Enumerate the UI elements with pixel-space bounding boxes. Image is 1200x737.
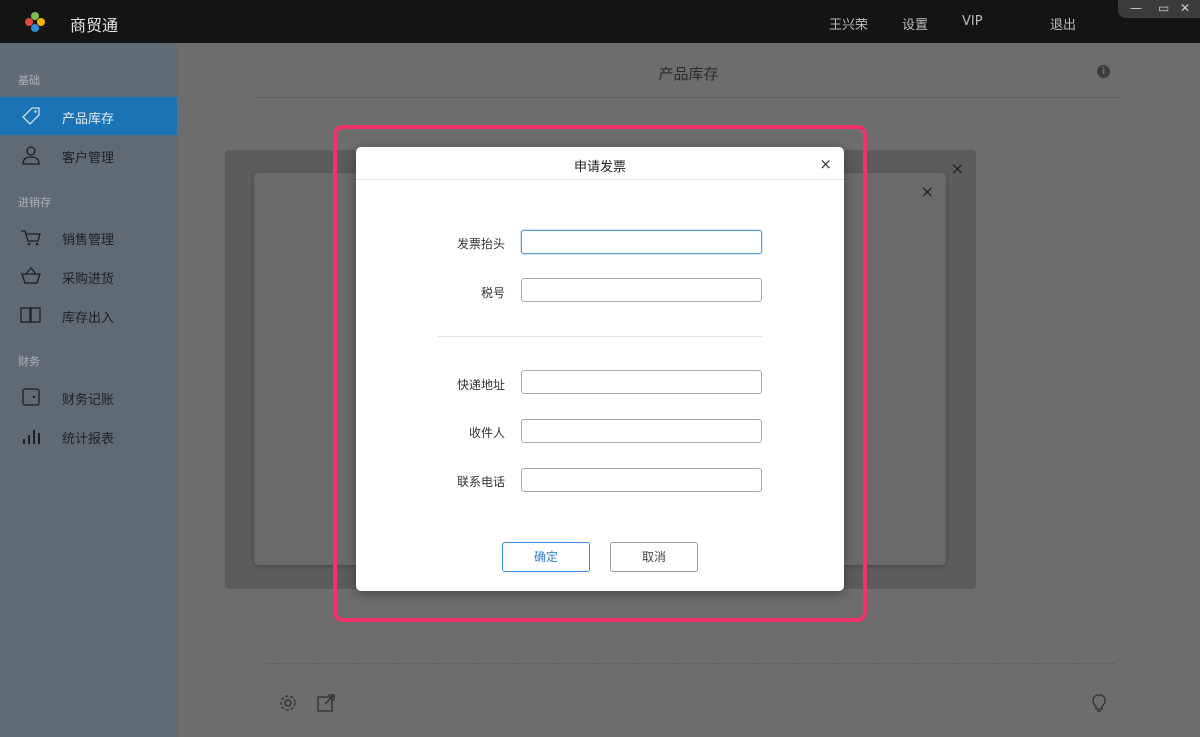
form-divider — [438, 336, 762, 337]
sidebar-item-product-inventory[interactable]: 产品库存 — [0, 97, 177, 135]
bar-chart-icon — [23, 430, 40, 444]
wallet-icon — [22, 388, 40, 406]
tax-id-label: 税号 — [480, 286, 505, 300]
top-bar: 商贸通 王兴荣 设置 VIP 退出 — ▭ ✕ — [0, 0, 1200, 43]
app-title: 商贸通 — [70, 16, 119, 35]
tax-id-input[interactable] — [521, 278, 762, 302]
dialog-header: 申请发票 × — [356, 147, 844, 180]
sidebar-item-label: 产品库存 — [62, 112, 115, 127]
sidebar-group-inventory: 进销存 — [18, 196, 51, 209]
recipient-label: 收件人 — [468, 426, 505, 440]
sidebar: 基础 产品库存 客户管理 进销存 销售管理 采购进货 库存出入 财务 财务记账 … — [0, 43, 177, 737]
sidebar-item-label: 财务记账 — [62, 393, 115, 408]
header-divider — [255, 97, 1122, 98]
close-icon[interactable]: × — [951, 161, 964, 177]
invoice-request-dialog: 申请发票 × 发票抬头 税号 快递地址 收件人 联系电话 确定 取消 — [356, 147, 844, 591]
recipient-input[interactable] — [521, 419, 762, 443]
minimize-icon[interactable]: — — [1130, 0, 1142, 16]
shipping-address-input[interactable] — [521, 370, 762, 394]
confirm-button[interactable]: 确定 — [502, 542, 590, 572]
book-icon — [20, 307, 41, 323]
shipping-address-label: 快递地址 — [456, 378, 505, 392]
info-icon[interactable]: i — [1097, 65, 1110, 78]
settings-link[interactable]: 设置 — [902, 14, 928, 33]
tag-icon — [22, 107, 40, 125]
footer-divider — [262, 663, 1115, 664]
cart-icon — [21, 230, 41, 246]
vip-link[interactable]: VIP — [962, 14, 983, 29]
phone-input[interactable] — [521, 468, 762, 492]
sidebar-item-label: 采购进货 — [62, 272, 115, 287]
basket-icon — [21, 266, 41, 284]
invoice-title-label: 发票抬头 — [456, 237, 505, 251]
lightbulb-icon[interactable] — [1089, 693, 1109, 713]
sidebar-item-stock-in-out[interactable]: 库存出入 — [0, 296, 177, 334]
cancel-button[interactable]: 取消 — [610, 542, 698, 572]
user-icon — [22, 146, 40, 165]
sidebar-item-customer-management[interactable]: 客户管理 — [0, 136, 177, 174]
close-window-icon[interactable]: ✕ — [1180, 0, 1190, 16]
sidebar-item-label: 库存出入 — [62, 311, 115, 326]
sidebar-item-bookkeeping[interactable]: 财务记账 — [0, 378, 177, 416]
sidebar-item-purchasing[interactable]: 采购进货 — [0, 257, 177, 295]
sidebar-group-basic: 基础 — [18, 74, 40, 87]
gear-icon[interactable] — [278, 693, 298, 713]
page-title: 产品库存 — [658, 65, 719, 83]
sidebar-group-finance: 财务 — [18, 355, 40, 368]
close-icon[interactable]: × — [819, 155, 832, 173]
app-logo-icon — [25, 12, 45, 32]
external-link-icon[interactable] — [316, 693, 336, 713]
logout-link[interactable]: 退出 — [1050, 14, 1076, 33]
maximize-icon[interactable]: ▭ — [1158, 0, 1169, 16]
sidebar-item-statistics-report[interactable]: 统计报表 — [0, 417, 177, 455]
sidebar-item-label: 统计报表 — [62, 432, 115, 447]
close-icon[interactable]: × — [921, 184, 934, 200]
sidebar-item-label: 客户管理 — [62, 151, 115, 166]
phone-label: 联系电话 — [456, 475, 505, 489]
invoice-title-input[interactable] — [521, 230, 762, 254]
window-controls: — ▭ ✕ — [1118, 0, 1200, 18]
sidebar-item-sales-management[interactable]: 销售管理 — [0, 218, 177, 256]
dialog-title: 申请发票 — [573, 160, 626, 175]
sidebar-item-label: 销售管理 — [62, 233, 115, 248]
user-name-link[interactable]: 王兴荣 — [829, 14, 868, 33]
